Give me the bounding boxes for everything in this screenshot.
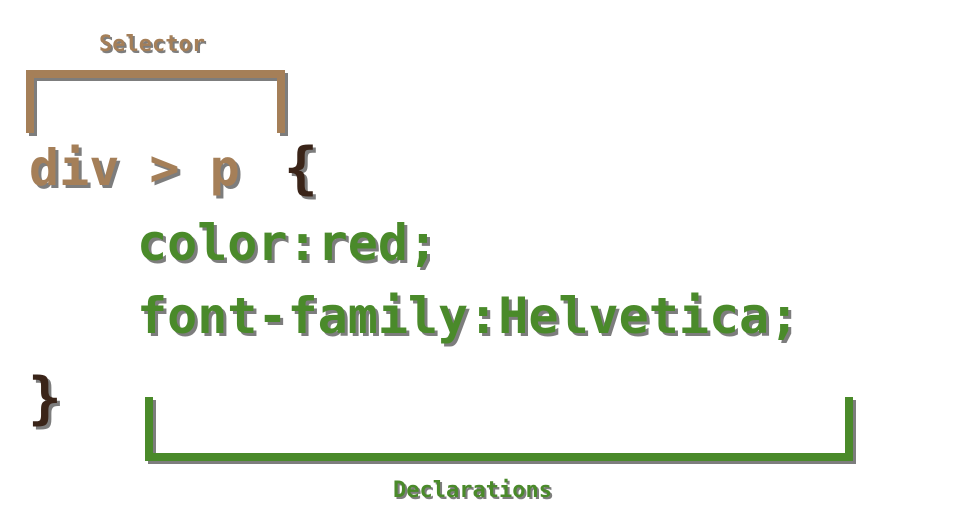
declarations-label: Declarations [393, 478, 552, 503]
declaration-list: color:red; color:red; font-family:Helvet… [137, 214, 802, 348]
selector-label-group: Selector Selector [99, 32, 207, 59]
declarations-label-group: Declarations Declarations [393, 478, 554, 505]
selector-label: Selector [99, 32, 205, 57]
open-brace: { [284, 136, 318, 201]
declaration-1: color:red; [137, 214, 438, 272]
selector-bracket [26, 70, 288, 136]
selector-code: div > p [29, 139, 240, 197]
declaration-2: font-family:Helvetica; [137, 287, 799, 345]
close-brace: } [28, 366, 62, 431]
selector-code-line: div > p div > p { { [29, 136, 321, 204]
declarations-bracket [145, 397, 856, 464]
css-rule-diagram: Selector Selector div > p div > p { { co… [26, 32, 856, 505]
close-brace-group: } } [28, 366, 65, 434]
